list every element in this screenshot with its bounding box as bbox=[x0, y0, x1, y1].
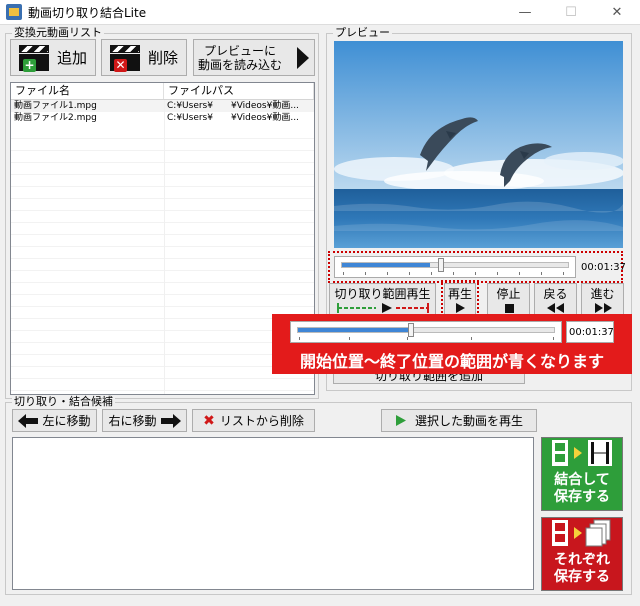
forward-label: 進む bbox=[590, 287, 615, 301]
source-file-list[interactable]: ファイル名 ファイルパス 動画ファイル1.mpg C:¥Users¥ ¥Vide… bbox=[10, 82, 315, 395]
stop-button[interactable]: 停止 bbox=[487, 283, 530, 317]
fast-forward-icon bbox=[594, 303, 612, 313]
list-item[interactable]: 動画ファイル1.mpg C:¥Users¥ ¥Videos¥動画... bbox=[11, 100, 314, 112]
play-label: 再生 bbox=[447, 287, 472, 301]
forward-button[interactable]: 進む bbox=[581, 283, 624, 317]
callout-selection-fill bbox=[298, 328, 411, 332]
move-right-label: 右に移動 bbox=[108, 414, 157, 428]
save-separately-button[interactable]: それぞれ 保存する bbox=[541, 517, 623, 591]
source-list-group-label: 変換元動画リスト bbox=[12, 26, 104, 40]
film-split-icon bbox=[552, 519, 611, 547]
delete-button-label: 削除 bbox=[147, 49, 178, 67]
move-right-button[interactable]: 右に移動 bbox=[102, 409, 187, 432]
seek-thumb[interactable] bbox=[438, 258, 444, 272]
move-left-button[interactable]: 左に移動 bbox=[12, 409, 97, 432]
separate-save-label-1: それぞれ bbox=[554, 552, 610, 568]
clapperboard-add-icon: + bbox=[18, 44, 49, 72]
play-button[interactable]: 再生 bbox=[444, 283, 476, 317]
file-path: C:¥Users¥ ¥Videos¥動画... bbox=[167, 101, 299, 111]
play-selected-label: 選択した動画を再生 bbox=[414, 414, 523, 428]
seek-fill bbox=[342, 263, 431, 267]
callout-seek-thumb bbox=[408, 323, 414, 337]
green-play-icon bbox=[395, 415, 406, 426]
rewind-icon bbox=[546, 303, 564, 313]
file-name: 動画ファイル2.mpg bbox=[14, 113, 97, 123]
callout-time-box: 00:01:37 bbox=[566, 321, 614, 343]
load-preview-label-2: 動画を読み込む bbox=[198, 57, 283, 72]
merge-and-save-button[interactable]: 結合して 保存する bbox=[541, 437, 623, 511]
file-name: 動画ファイル1.mpg bbox=[14, 101, 97, 111]
file-path: C:¥Users¥ ¥Videos¥動画... bbox=[167, 113, 299, 123]
callout-time: 00:01:37 bbox=[569, 327, 614, 338]
callout-seek-bar bbox=[290, 321, 562, 343]
client-area: 変換元動画リスト + 追加 ✕ 削除 プレビューに 動画を読み込む ファイル名 … bbox=[0, 24, 640, 606]
window-title: 動画切り取り結合Lite bbox=[28, 5, 147, 20]
column-header-filepath[interactable]: ファイルパス bbox=[164, 83, 314, 99]
add-button-label: 追加 bbox=[56, 49, 87, 67]
column-divider bbox=[164, 100, 165, 394]
seek-bar[interactable] bbox=[334, 256, 576, 278]
merge-save-label-2: 保存する bbox=[554, 489, 610, 505]
candidates-group-label: 切り取り・結合候補 bbox=[12, 395, 115, 409]
back-button[interactable]: 戻る bbox=[534, 283, 577, 317]
preview-group-label: プレビュー bbox=[333, 26, 392, 40]
list-item[interactable]: 動画ファイル2.mpg C:¥Users¥ ¥Videos¥動画... bbox=[11, 112, 314, 124]
clapperboard-delete-icon: ✕ bbox=[109, 44, 140, 72]
seek-track[interactable] bbox=[341, 262, 569, 268]
remove-x-icon: ✖ bbox=[203, 412, 215, 429]
remove-from-list-button[interactable]: ✖ リストから削除 bbox=[192, 409, 315, 432]
minimize-button[interactable]: — bbox=[502, 0, 548, 24]
title-bar: 動画切り取り結合Lite — ☐ ✕ bbox=[0, 0, 640, 24]
close-button[interactable]: ✕ bbox=[594, 0, 640, 24]
play-range-button[interactable]: 切り取り範囲再生 bbox=[329, 283, 436, 317]
arrow-right-icon bbox=[160, 413, 181, 428]
list-header: ファイル名 ファイルパス bbox=[11, 83, 314, 100]
play-icon bbox=[456, 303, 465, 313]
remove-label: リストから削除 bbox=[219, 414, 304, 428]
merge-save-label-1: 結合して bbox=[554, 472, 610, 488]
arrow-left-icon bbox=[18, 413, 39, 428]
column-header-filename[interactable]: ファイル名 bbox=[11, 83, 164, 99]
load-preview-label-1: プレビューに bbox=[204, 43, 277, 58]
app-icon bbox=[6, 4, 22, 20]
annotation-callout: 00:01:37 開始位置〜終了位置の範囲が青くなります bbox=[272, 314, 632, 374]
play-range-label: 切り取り範囲再生 bbox=[334, 287, 431, 301]
film-merge-icon bbox=[552, 440, 612, 466]
back-label: 戻る bbox=[543, 287, 568, 301]
current-time: 00:01:37 bbox=[581, 262, 626, 273]
load-preview-button[interactable]: プレビューに 動画を読み込む bbox=[193, 39, 315, 76]
play-arrow-icon bbox=[297, 47, 309, 69]
play-selected-button[interactable]: 選択した動画を再生 bbox=[381, 409, 537, 432]
list-grid-lines bbox=[11, 127, 314, 394]
move-left-label: 左に移動 bbox=[42, 414, 91, 428]
stop-label: 停止 bbox=[496, 287, 521, 301]
callout-text: 開始位置〜終了位置の範囲が青くなります bbox=[299, 352, 604, 371]
video-preview-image bbox=[334, 41, 623, 248]
candidate-list[interactable] bbox=[12, 437, 534, 590]
stop-icon bbox=[504, 304, 514, 313]
separate-save-label-2: 保存する bbox=[554, 569, 610, 585]
delete-button[interactable]: ✕ 削除 bbox=[101, 39, 187, 76]
range-play-icon bbox=[336, 303, 429, 313]
add-button[interactable]: + 追加 bbox=[10, 39, 96, 76]
maximize-button[interactable]: ☐ bbox=[548, 0, 594, 24]
